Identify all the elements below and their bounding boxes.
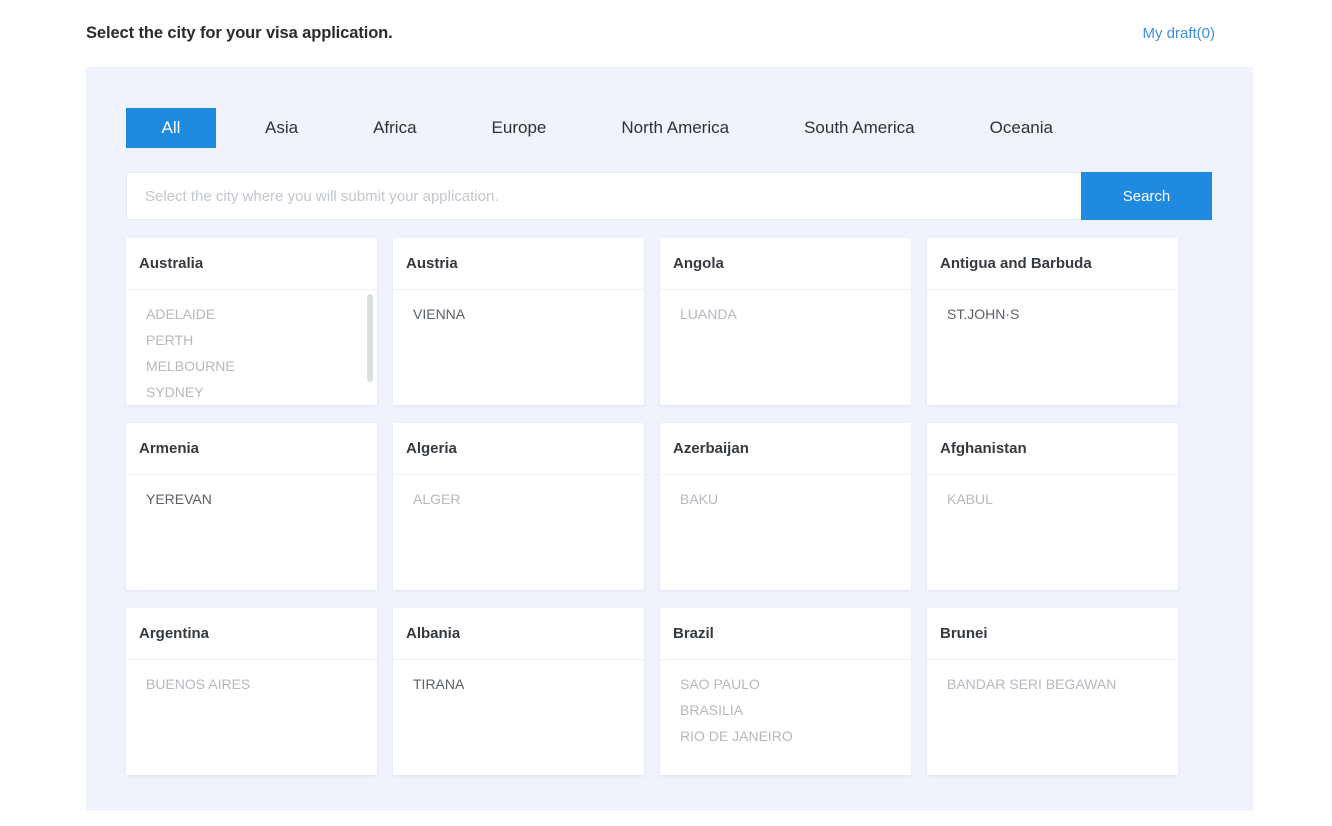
city-item[interactable]: BANDAR SERI BEGAWAN <box>947 671 1164 697</box>
city-item[interactable]: VIENNA <box>413 301 630 327</box>
city-list: KABUL <box>927 486 1178 590</box>
visa-city-selection-page: Select the city for your visa applicatio… <box>0 0 1332 826</box>
city-list-container: TIRANA <box>393 660 644 775</box>
country-name: Algeria <box>406 440 457 457</box>
city-list: TIRANA <box>393 671 644 775</box>
city-list: BANDAR SERI BEGAWAN <box>927 671 1178 775</box>
country-card[interactable]: Albania TIRANA <box>393 608 644 775</box>
city-item[interactable]: BUENOS AIRES <box>146 671 363 697</box>
city-list: SAO PAULO BRASILIA RIO DE JANEIRO <box>660 671 911 775</box>
city-list-container: ALGER <box>393 475 644 590</box>
city-list: ST.JOHN·S <box>927 301 1178 405</box>
country-card-grid: Australia ADELAIDE PERTH MELBOURNE SYDNEY Aus… <box>126 238 1216 793</box>
country-name: Angola <box>673 255 724 272</box>
country-card-header: Afghanistan <box>927 423 1178 475</box>
country-name: Afghanistan <box>940 440 1027 457</box>
city-list-container: BANDAR SERI BEGAWAN <box>927 660 1178 775</box>
city-item[interactable]: KABUL <box>947 486 1164 512</box>
country-name: Azerbaijan <box>673 440 749 457</box>
city-item[interactable]: ALGER <box>413 486 630 512</box>
tab-africa[interactable]: Africa <box>347 108 442 148</box>
country-card[interactable]: Algeria ALGER <box>393 423 644 590</box>
country-name: Brunei <box>940 625 988 642</box>
country-card-header: Azerbaijan <box>660 423 911 475</box>
country-name: Antigua and Barbuda <box>940 255 1092 272</box>
country-card[interactable]: Antigua and Barbuda ST.JOHN·S <box>927 238 1178 405</box>
country-card[interactable]: Armenia YEREVAN <box>126 423 377 590</box>
city-list: VIENNA <box>393 301 644 405</box>
city-list: ADELAIDE PERTH MELBOURNE SYDNEY <box>126 301 377 405</box>
city-list-container: KABUL <box>927 475 1178 590</box>
city-item[interactable]: TIRANA <box>413 671 630 697</box>
country-card-header: Algeria <box>393 423 644 475</box>
city-item[interactable]: BAKU <box>680 486 897 512</box>
city-item[interactable]: BRASILIA <box>680 697 897 723</box>
country-name: Armenia <box>139 440 200 457</box>
country-card[interactable]: Brazil SAO PAULO BRASILIA RIO DE JANEIRO <box>660 608 911 775</box>
tab-oceania[interactable]: Oceania <box>964 108 1079 148</box>
city-item[interactable]: YEREVAN <box>146 486 363 512</box>
country-name: Brazil <box>673 625 714 642</box>
city-list-container: BUENOS AIRES <box>126 660 377 775</box>
city-item[interactable]: LUANDA <box>680 301 897 327</box>
tab-europe[interactable]: Europe <box>466 108 573 148</box>
city-list-container: LUANDA <box>660 290 911 405</box>
city-list: ALGER <box>393 486 644 590</box>
country-name: Albania <box>406 625 461 642</box>
my-draft-link[interactable]: My draft(0) <box>1142 25 1215 42</box>
city-list-container: VIENNA <box>393 290 644 405</box>
country-card-header: Antigua and Barbuda <box>927 238 1178 290</box>
country-name: Australia <box>139 255 204 272</box>
country-card-header: Albania <box>393 608 644 660</box>
city-item[interactable]: ST.JOHN·S <box>947 301 1164 327</box>
tab-all[interactable]: All <box>126 108 216 148</box>
country-card[interactable]: Austria VIENNA <box>393 238 644 405</box>
city-list-container: YEREVAN <box>126 475 377 590</box>
city-list: LUANDA <box>660 301 911 405</box>
city-item[interactable]: SAO PAULO <box>680 671 897 697</box>
country-card[interactable]: Azerbaijan BAKU <box>660 423 911 590</box>
city-list-container: BAKU <box>660 475 911 590</box>
city-item[interactable]: RIO DE JANEIRO <box>680 723 897 749</box>
country-card-header: Brazil <box>660 608 911 660</box>
country-card-header: Australia <box>126 238 377 290</box>
search-input[interactable] <box>126 172 1081 220</box>
country-card-header: Angola <box>660 238 911 290</box>
city-item[interactable]: MELBOURNE <box>146 353 363 379</box>
country-name: Austria <box>406 255 458 272</box>
tab-south-america[interactable]: South America <box>778 108 941 148</box>
country-card[interactable]: Brunei BANDAR SERI BEGAWAN <box>927 608 1178 775</box>
tab-north-america[interactable]: North America <box>595 108 755 148</box>
search-button[interactable]: Search <box>1081 172 1212 220</box>
country-card[interactable]: Afghanistan KABUL <box>927 423 1178 590</box>
city-list-scrollbar[interactable] <box>367 294 373 382</box>
country-card[interactable]: Argentina BUENOS AIRES <box>126 608 377 775</box>
country-card[interactable]: Australia ADELAIDE PERTH MELBOURNE SYDNEY <box>126 238 377 405</box>
city-list-container: SAO PAULO BRASILIA RIO DE JANEIRO <box>660 660 911 775</box>
country-card[interactable]: Angola LUANDA <box>660 238 911 405</box>
country-card-header: Argentina <box>126 608 377 660</box>
page-topbar: Select the city for your visa applicatio… <box>0 0 1332 67</box>
city-item[interactable]: ADELAIDE <box>146 301 363 327</box>
city-item[interactable]: PERTH <box>146 327 363 353</box>
country-card-header: Austria <box>393 238 644 290</box>
search-row: Search <box>126 172 1212 220</box>
continent-tab-bar: All Asia Africa Europe North America South Am… <box>126 108 1102 148</box>
country-card-header: Brunei <box>927 608 1178 660</box>
city-list-container: ST.JOHN·S <box>927 290 1178 405</box>
city-item[interactable]: SYDNEY <box>146 379 363 405</box>
city-list: YEREVAN <box>126 486 377 590</box>
country-name: Argentina <box>139 625 210 642</box>
page-title: Select the city for your visa applicatio… <box>86 24 393 42</box>
city-list-container: ADELAIDE PERTH MELBOURNE SYDNEY <box>126 290 377 405</box>
city-list: BAKU <box>660 486 911 590</box>
tab-asia[interactable]: Asia <box>239 108 324 148</box>
selection-panel: All Asia Africa Europe North America South Am… <box>86 67 1253 811</box>
city-list: BUENOS AIRES <box>126 671 377 775</box>
country-card-header: Armenia <box>126 423 377 475</box>
